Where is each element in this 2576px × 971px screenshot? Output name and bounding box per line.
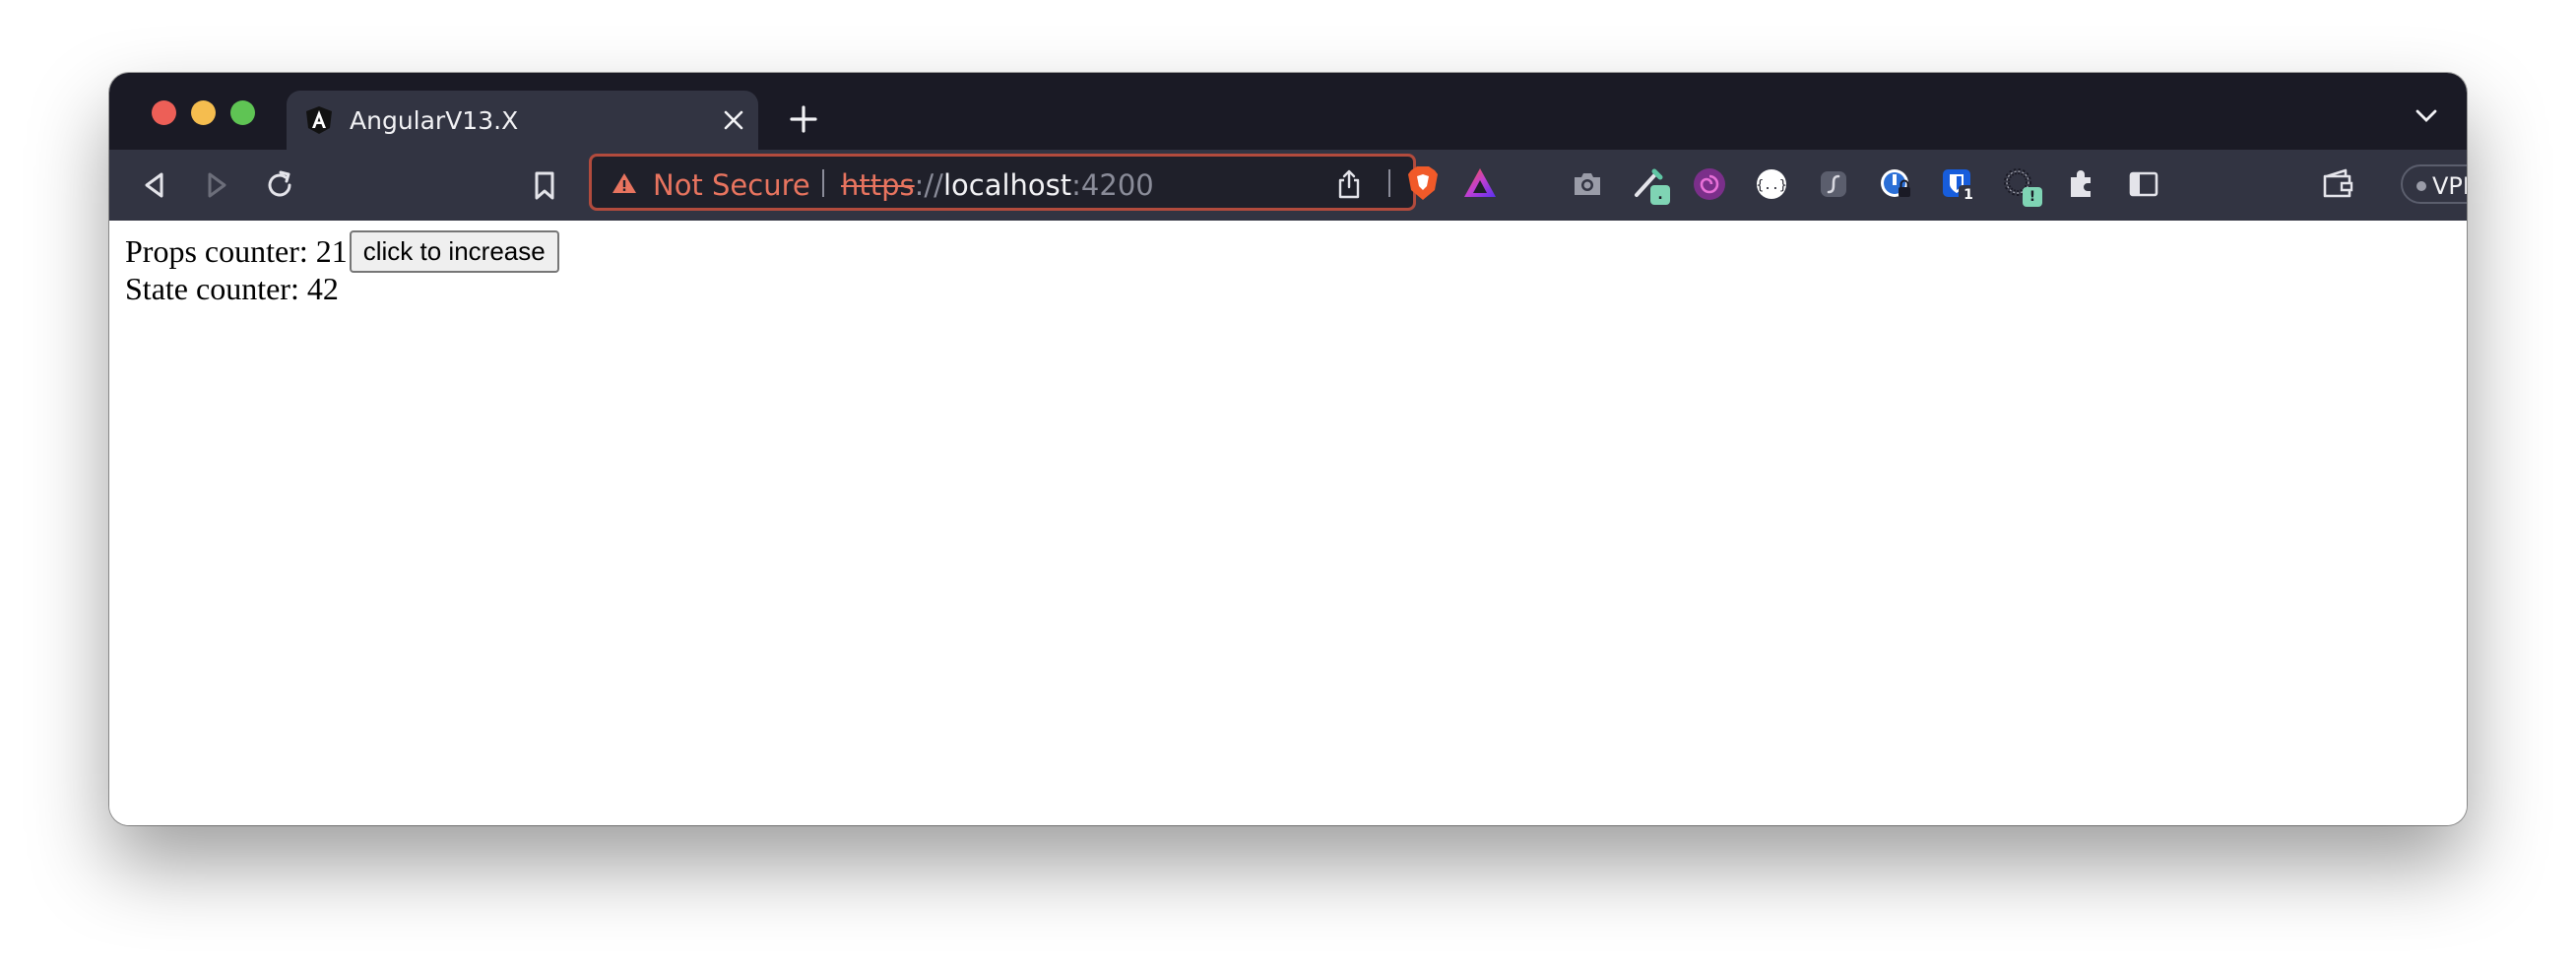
warning-icon[interactable] (612, 171, 637, 195)
svg-text:{..}: {..} (1756, 178, 1786, 193)
bitwarden-extension[interactable]: 1 (1939, 165, 1978, 205)
back-icon[interactable] (137, 167, 172, 203)
close-window-button[interactable] (152, 100, 176, 125)
angular-icon (306, 106, 332, 134)
reload-icon[interactable] (262, 167, 297, 203)
bookmark-icon[interactable] (527, 167, 562, 203)
sidebar-icon[interactable] (2125, 165, 2162, 203)
camera-icon[interactable] (1569, 165, 1606, 203)
minimize-window-button[interactable] (191, 100, 216, 125)
props-counter-label: Props counter: (125, 233, 316, 269)
wallet-icon[interactable] (2320, 165, 2357, 203)
chevron-down-icon[interactable] (2414, 106, 2439, 126)
props-counter-value: 21 (315, 233, 348, 269)
pen-badge: . (1650, 185, 1670, 205)
url-separator: :// (914, 168, 943, 202)
puzzle-icon[interactable] (2063, 165, 2100, 203)
lock-icon[interactable] (1877, 165, 1914, 203)
browser-window: AngularV13.X Not Secure https://localhos… (109, 73, 2467, 825)
pen-extension[interactable]: . (1631, 165, 1670, 205)
props-counter-line: Props counter: 21 click to increase (125, 230, 559, 273)
tab-angularv13[interactable]: AngularV13.X (287, 91, 758, 150)
forward-icon[interactable] (199, 167, 234, 203)
close-tab-icon[interactable] (722, 108, 745, 132)
divider (1388, 169, 1390, 197)
tab-title: AngularV13.X (350, 106, 519, 135)
url-port: :4200 (1071, 168, 1154, 202)
spinner-badge: ! (2023, 187, 2042, 207)
json-icon[interactable]: {..} (1753, 165, 1790, 203)
brave-shields-icon[interactable] (1405, 164, 1441, 202)
url-text[interactable]: https://localhost:4200 (841, 168, 1154, 202)
address-bar[interactable]: Not Secure https://localhost:4200 (589, 154, 1496, 211)
spinner-extension[interactable]: ! (2001, 165, 2042, 207)
state-counter-line: State counter: 42 (125, 271, 339, 307)
divider (822, 169, 824, 197)
increase-button[interactable]: click to increase (349, 230, 559, 273)
vpn-button[interactable]: VPN (2401, 164, 2467, 204)
share-icon[interactable] (1334, 168, 1364, 200)
bitwarden-badge: 1 (1959, 185, 1978, 205)
security-label[interactable]: Not Secure (653, 168, 810, 202)
state-counter-label: State counter: (125, 271, 307, 306)
page-content: Props counter: 21 click to increase State… (109, 221, 2467, 825)
new-tab-icon[interactable] (789, 104, 818, 134)
state-counter-value: 42 (306, 271, 339, 306)
script-icon[interactable] (1815, 165, 1852, 203)
url-host: localhost (942, 168, 1072, 202)
vpn-label: VPN (2432, 172, 2467, 200)
vpn-status-dot (2416, 181, 2426, 191)
url-scheme: https (841, 168, 915, 202)
tab-bar: AngularV13.X (109, 73, 2467, 150)
maximize-window-button[interactable] (230, 100, 255, 125)
rewards-icon[interactable] (1462, 166, 1498, 200)
spiral-icon[interactable] (1691, 165, 1728, 203)
